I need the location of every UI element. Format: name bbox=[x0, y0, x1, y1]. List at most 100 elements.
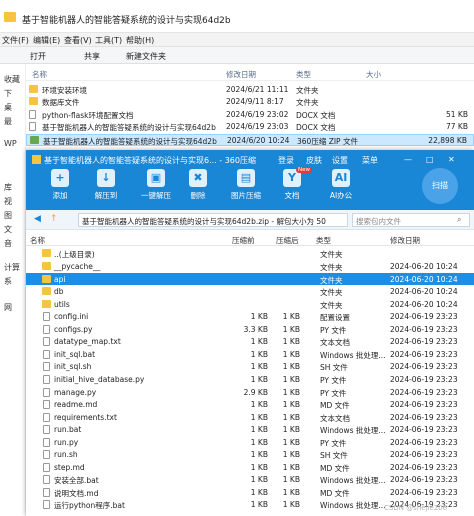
explorer-row[interactable]: 环境安装环境 2024/6/21 11:11 文件夹 bbox=[26, 84, 474, 96]
delete-button[interactable]: ✖ 删除 bbox=[178, 169, 218, 201]
archive-row[interactable]: step.md 1 KB 1 KB MD 文件 2024-06-19 23:23 bbox=[26, 461, 474, 474]
ai-office-button[interactable]: AI AI办公 bbox=[321, 169, 361, 201]
nav-item[interactable]: 库 bbox=[4, 182, 12, 193]
explorer-row[interactable]: 基于智能机器人的智能答疑系统的设计与实现64d2b 2024/6/19 23:03… bbox=[26, 121, 474, 133]
open-button[interactable]: 打开 bbox=[30, 51, 46, 62]
archive-row[interactable]: requirements.txt 1 KB 1 KB 文本文档 2024-06-19 2… bbox=[26, 411, 474, 424]
add-button[interactable]: + 添加 bbox=[40, 169, 80, 201]
up-folder-row[interactable]: ..(上级目录) 文件夹 bbox=[26, 247, 474, 260]
file-name: ..(上级目录) bbox=[54, 250, 95, 259]
maximize-icon[interactable]: □ bbox=[426, 155, 434, 164]
column-name[interactable]: 名称 bbox=[30, 235, 45, 246]
nav-item[interactable]: 下 bbox=[4, 88, 12, 99]
archive-row[interactable]: __pycache__ 文件夹 2024-06-20 10:24 bbox=[26, 260, 474, 273]
main-menu[interactable]: 菜单 bbox=[362, 155, 378, 166]
document-button[interactable]: Y 文档 bbox=[272, 169, 312, 201]
nav-item[interactable]: 计算 bbox=[4, 262, 20, 273]
minimize-icon[interactable]: — bbox=[404, 155, 412, 164]
archive-row[interactable]: utils 文件夹 2024-06-20 10:24 bbox=[26, 298, 474, 311]
archive-row[interactable]: run.py 1 KB 1 KB PY 文件 2024-06-19 23:23 bbox=[26, 436, 474, 449]
file-date: 2024-06-19 23:23 bbox=[390, 487, 458, 497]
file-after: 1 KB bbox=[282, 349, 300, 359]
archive-row[interactable]: 说明文档.md 1 KB 1 KB MD 文件 2024-06-19 23:23 bbox=[26, 486, 474, 499]
nav-item[interactable]: 视 bbox=[4, 196, 12, 207]
nav-item[interactable]: 系 bbox=[4, 276, 12, 287]
menu-tools[interactable]: 工具(T) bbox=[95, 35, 122, 46]
up-icon[interactable]: ↑ bbox=[50, 214, 58, 224]
file-after: 1 KB bbox=[282, 487, 300, 497]
file-name: init_sql.sh bbox=[54, 362, 92, 372]
back-icon[interactable]: ◀ bbox=[34, 214, 41, 224]
explorer-row[interactable]: python-flask环境配置文档 2024/6/19 23:02 DOCX 文档… bbox=[26, 109, 474, 121]
menu-view[interactable]: 查看(V) bbox=[64, 35, 92, 46]
file-icon bbox=[43, 362, 50, 372]
archive-row[interactable]: init_sql.sh 1 KB 1 KB SH 文件 2024-06-19 23:23 bbox=[26, 360, 474, 373]
nav-item[interactable]: 文 bbox=[4, 224, 12, 235]
file-name: readme.md bbox=[54, 400, 98, 410]
nav-item[interactable]: 桌 bbox=[4, 102, 12, 113]
row-date: 2024/9/11 8:17 bbox=[226, 97, 284, 107]
new-folder-button[interactable]: 新建文件夹 bbox=[126, 51, 166, 62]
column-after[interactable]: 压缩后 bbox=[276, 235, 299, 246]
archive-row[interactable]: datatype_map.txt 1 KB 1 KB 文本文档 2024-06-19 2… bbox=[26, 335, 474, 348]
login-link[interactable]: 登录 bbox=[278, 155, 294, 166]
nav-item[interactable]: 收藏 bbox=[4, 74, 20, 85]
plus-icon: + bbox=[51, 169, 69, 187]
search-icon[interactable]: ⌕ bbox=[457, 215, 461, 225]
archive-row[interactable]: init_sql.bat 1 KB 1 KB Windows 批处理... 2024-0… bbox=[26, 348, 474, 361]
file-name: run.bat bbox=[54, 425, 82, 435]
archive-row[interactable]: configs.py 3.3 KB 1 KB PY 文件 2024-06-19 23:2… bbox=[26, 323, 474, 336]
skin-menu[interactable]: 皮肤 bbox=[306, 155, 322, 166]
menu-help[interactable]: 帮助(H) bbox=[126, 35, 154, 46]
archive-row[interactable]: api 文件夹 2024-06-20 10:24 bbox=[26, 272, 474, 286]
nav-item[interactable]: 音 bbox=[4, 238, 12, 249]
archive-row[interactable]: run.sh 1 KB 1 KB SH 文件 2024-06-19 23:23 bbox=[26, 448, 474, 461]
archive-row[interactable]: initial_hive_database.py 1 KB 1 KB PY 文件 202… bbox=[26, 373, 474, 386]
menu-file[interactable]: 文件(F) bbox=[2, 35, 29, 46]
folder-icon bbox=[42, 299, 51, 308]
nav-item[interactable]: 最 bbox=[4, 116, 12, 127]
column-type[interactable]: 类型 bbox=[316, 235, 331, 246]
archive-row[interactable]: run.bat 1 KB 1 KB Windows 批处理... 2024-06-19 … bbox=[26, 423, 474, 436]
file-name: initial_hive_database.py bbox=[54, 374, 145, 384]
archive-row[interactable]: config.ini 1 KB 1 KB 配置设置 2024-06-19 23:23 bbox=[26, 310, 474, 323]
explorer-row[interactable]: 数据库文件 2024/9/11 8:17 文件夹 bbox=[26, 96, 474, 108]
menu-edit[interactable]: 编辑(E) bbox=[33, 35, 60, 46]
column-name[interactable]: 名称 bbox=[32, 69, 47, 80]
row-type: 360压缩 ZIP 文件 bbox=[297, 136, 358, 146]
nav-item[interactable]: 网 bbox=[4, 302, 12, 313]
file-date: 2024-06-19 23:23 bbox=[390, 374, 458, 384]
one-click-extract-button[interactable]: ▣ 一键解压 bbox=[136, 169, 176, 201]
column-before[interactable]: 压缩前 bbox=[232, 235, 255, 246]
file-after: 1 KB bbox=[282, 387, 300, 397]
image-compress-button[interactable]: ▤ 图片压缩 bbox=[226, 169, 266, 201]
close-icon[interactable]: ✕ bbox=[448, 155, 455, 164]
file-date: 2024-06-20 10:24 bbox=[390, 262, 458, 271]
column-date[interactable]: 修改日期 bbox=[226, 69, 256, 80]
archive-row[interactable]: readme.md 1 KB 1 KB MD 文件 2024-06-19 23:23 bbox=[26, 398, 474, 411]
archive-search-input[interactable]: 搜索包内文件 ⌕ bbox=[352, 213, 470, 227]
archive-path-field[interactable]: 基于智能机器人的智能答疑系统的设计与实现64d2b.zip - 解包大小为 50 bbox=[78, 213, 348, 227]
settings-menu[interactable]: 设置 bbox=[332, 155, 348, 166]
file-name: db bbox=[54, 287, 64, 297]
file-icon bbox=[43, 450, 50, 460]
row-type: DOCX 文档 bbox=[296, 110, 336, 120]
archive-header: 基于智能机器人的智能答疑系统的设计与实现6... - 360压缩 登录 皮肤 设… bbox=[26, 150, 474, 210]
column-date[interactable]: 修改日期 bbox=[390, 235, 420, 246]
archive-row[interactable]: 安装全部.bat 1 KB 1 KB Windows 批处理... 2024-06-19… bbox=[26, 473, 474, 486]
file-after: 1 KB bbox=[282, 425, 300, 435]
extract-to-button[interactable]: ↓ 解压到 bbox=[86, 169, 126, 201]
archive-row[interactable]: manage.py 2.9 KB 1 KB PY 文件 2024-06-19 23:23 bbox=[26, 386, 474, 399]
share-button[interactable]: 共享 bbox=[84, 51, 100, 62]
explorer-title: 基于智能机器人的智能答疑系统的设计与实现64d2b bbox=[22, 16, 231, 26]
column-type[interactable]: 类型 bbox=[296, 69, 311, 80]
nav-item[interactable]: 图 bbox=[4, 210, 12, 221]
row-name: python-flask环境配置文档 bbox=[42, 110, 134, 120]
column-size[interactable]: 大小 bbox=[366, 69, 381, 80]
folder-icon bbox=[29, 97, 38, 106]
scan-button[interactable]: 扫描 bbox=[422, 168, 458, 204]
explorer-row[interactable]: 基于智能机器人的智能答疑系统的设计与实现64d2b 2024/6/20 10:24… bbox=[26, 133, 474, 146]
image-compress-icon: ▤ bbox=[237, 169, 255, 187]
nav-item[interactable]: WP bbox=[4, 139, 17, 148]
archive-row[interactable]: db 文件夹 2024-06-20 10:24 bbox=[26, 285, 474, 298]
